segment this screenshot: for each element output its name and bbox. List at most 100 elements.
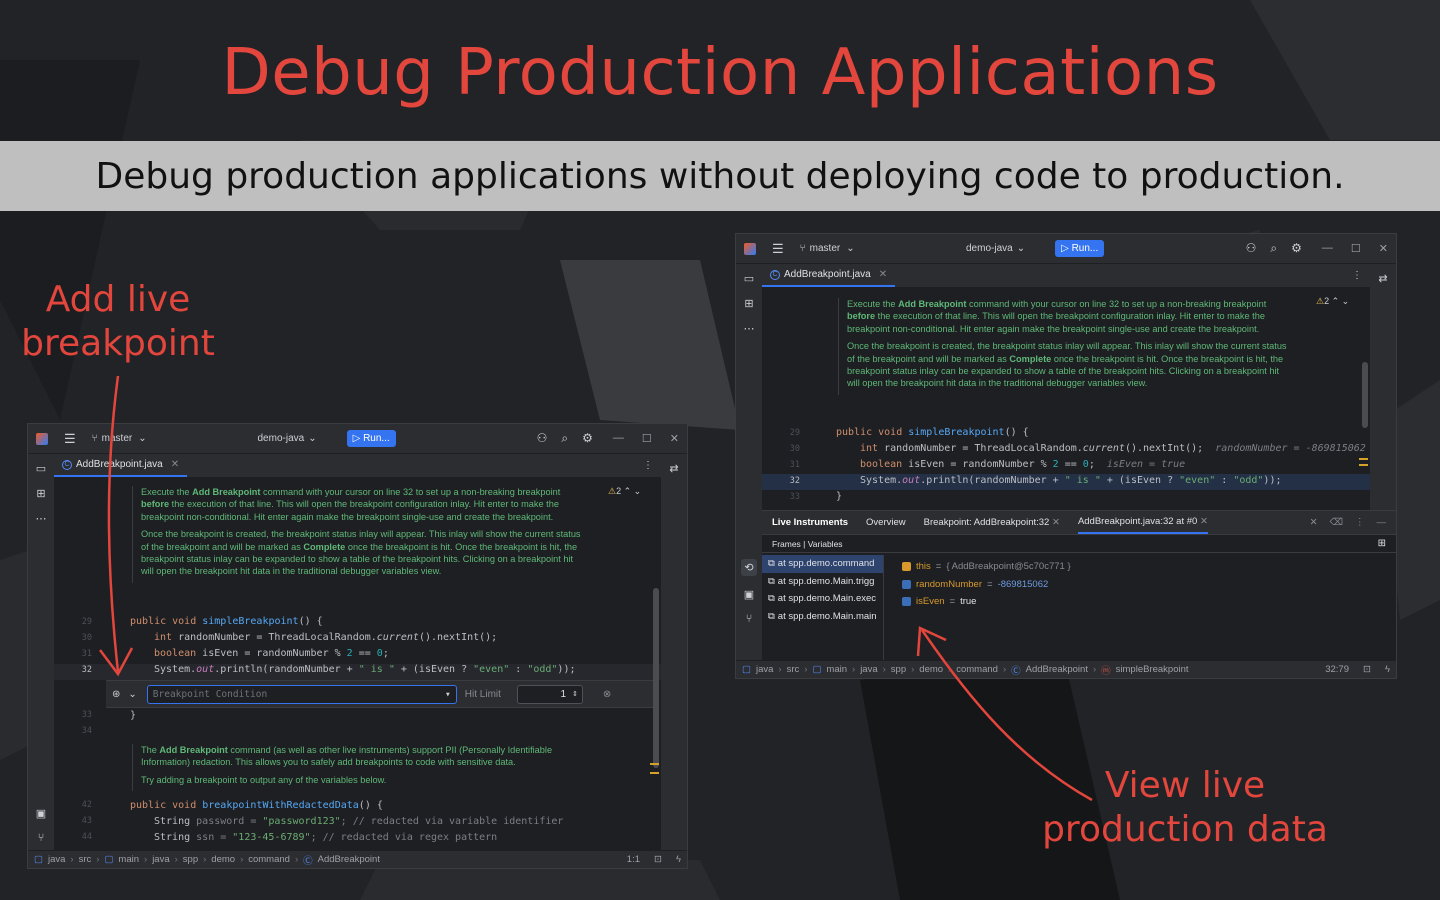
chevron-down-icon[interactable]: ⌄ bbox=[846, 243, 854, 254]
chevron-down-icon[interactable]: ⌄ bbox=[1017, 243, 1025, 254]
run-button[interactable]: ▷ Run... bbox=[1055, 240, 1105, 257]
close-tab-icon[interactable]: ✕ bbox=[171, 459, 179, 470]
more-tabs-icon[interactable]: ⋮ bbox=[643, 460, 653, 471]
frame-item[interactable]: ⧉ at spp.demo.Main.trigg bbox=[762, 573, 883, 591]
breadcrumb-item[interactable]: java bbox=[48, 854, 65, 865]
project-selector[interactable]: demo-java bbox=[258, 433, 305, 444]
dropdown-arrow-icon[interactable]: ▾ bbox=[445, 689, 451, 700]
tab-addbreakpoint-java[interactable]: C AddBreakpoint.java ✕ bbox=[762, 264, 896, 287]
main-menu-icon[interactable]: ☰ bbox=[64, 431, 76, 447]
more-tabs-icon[interactable]: ⋮ bbox=[1352, 270, 1362, 281]
git-icon[interactable]: ⑂ bbox=[746, 613, 753, 625]
lock-icon[interactable]: ⊡ bbox=[1363, 664, 1371, 675]
live-breakpoint-icon[interactable]: ⊛ bbox=[112, 689, 120, 700]
folder-icon[interactable]: ▭ bbox=[36, 462, 46, 475]
cursor-position[interactable]: 1:1 bbox=[627, 854, 640, 865]
cursor-position[interactable]: 32:79 bbox=[1325, 664, 1349, 675]
close-tab-icon[interactable]: ✕ bbox=[1052, 517, 1060, 528]
warnings-badge[interactable]: ⚠2 ⌃ ⌄ bbox=[608, 486, 641, 497]
close-inlay-icon[interactable]: ⊗ bbox=[603, 689, 611, 700]
frame-item[interactable]: ⧉ at spp.demo.command bbox=[762, 555, 883, 573]
variable-row[interactable]: randomNumber = -869815062 bbox=[902, 576, 1071, 594]
delete-icon[interactable]: ⌫ bbox=[1330, 517, 1343, 528]
stepper-arrows-icon[interactable]: ⇕ bbox=[572, 690, 578, 698]
add-user-icon[interactable]: ⚇ bbox=[537, 431, 548, 446]
run-button[interactable]: ▷ Run... bbox=[346, 430, 396, 447]
structure-icon[interactable]: ⊞ bbox=[36, 487, 45, 500]
close-tab-icon[interactable]: ✕ bbox=[879, 269, 887, 280]
variable-row[interactable]: isEven = true bbox=[902, 593, 1071, 611]
tab-breakpoint[interactable]: Breakpoint: AddBreakpoint:32 ✕ bbox=[924, 517, 1060, 528]
folder-icon[interactable]: ▭ bbox=[744, 272, 754, 285]
breadcrumb-item[interactable]: demo bbox=[919, 664, 943, 675]
breadcrumb-item[interactable]: java bbox=[860, 664, 877, 675]
hit-limit-value: 1 bbox=[560, 688, 567, 700]
frame-icon: ⧉ bbox=[768, 610, 775, 622]
breadcrumb-item[interactable]: AddBreakpoint bbox=[318, 854, 380, 865]
tab-breakpoint-hit[interactable]: AddBreakpoint.java:32 at #0 ✕ bbox=[1077, 511, 1208, 534]
add-user-icon[interactable]: ⚇ bbox=[1246, 241, 1257, 256]
frame-item[interactable]: ⧉ at spp.demo.Main.exec bbox=[762, 590, 883, 608]
breadcrumb-item[interactable]: command bbox=[956, 664, 998, 675]
branch-selector[interactable]: master bbox=[810, 243, 841, 254]
chevron-down-icon[interactable]: ⌄ bbox=[138, 433, 146, 444]
more-icon[interactable]: ⋯ bbox=[744, 322, 755, 335]
maximize-icon[interactable]: ☐ bbox=[1351, 242, 1361, 255]
lock-icon[interactable]: ⊡ bbox=[654, 854, 662, 865]
breadcrumb-item[interactable]: src bbox=[787, 664, 800, 675]
chevron-down-icon[interactable]: ⌄ bbox=[308, 433, 316, 444]
module-icon: ▢ bbox=[34, 854, 43, 865]
breadcrumb-item[interactable]: simpleBreakpoint bbox=[1116, 664, 1189, 675]
search-icon[interactable]: ⌕ bbox=[1270, 241, 1277, 256]
callout-line: Add live bbox=[45, 279, 191, 320]
editor-scrollbar[interactable] bbox=[1362, 362, 1368, 428]
breadcrumb-item[interactable]: java bbox=[152, 854, 169, 865]
minimize-icon[interactable]: — bbox=[613, 432, 624, 445]
live-instruments-icon[interactable]: ⇄ bbox=[1378, 272, 1387, 285]
warnings-badge[interactable]: ⚠2 ⌃ ⌄ bbox=[1316, 296, 1349, 307]
project-selector[interactable]: demo-java bbox=[966, 243, 1013, 254]
close-icon[interactable]: ✕ bbox=[1379, 242, 1388, 255]
terminal-icon[interactable]: ▣ bbox=[744, 588, 754, 601]
live-instruments-icon[interactable]: ⇄ bbox=[669, 462, 678, 475]
hit-limit-stepper[interactable]: 1 ⇕ bbox=[516, 684, 583, 704]
structure-icon[interactable]: ⊞ bbox=[744, 297, 753, 310]
breadcrumb-item[interactable]: spp bbox=[891, 664, 906, 675]
frame-item[interactable]: ⧉ at spp.demo.Main.main bbox=[762, 608, 883, 626]
maximize-icon[interactable]: ☐ bbox=[642, 432, 652, 445]
breakpoint-condition-input[interactable]: Breakpoint Condition ▾ bbox=[146, 684, 457, 704]
options-icon[interactable]: ⋮ bbox=[1355, 517, 1365, 528]
breadcrumb-item[interactable]: spp bbox=[183, 854, 198, 865]
search-icon[interactable]: ⌕ bbox=[561, 431, 568, 446]
power-save-icon[interactable]: ϟ bbox=[1385, 664, 1390, 675]
breadcrumb-item[interactable]: AddBreakpoint bbox=[1026, 664, 1088, 675]
git-icon[interactable]: ⑂ bbox=[38, 832, 45, 844]
breadcrumb-item[interactable]: command bbox=[248, 854, 290, 865]
gear-icon[interactable]: ⚙ bbox=[582, 431, 593, 446]
variable-row[interactable]: this = { AddBreakpoint@5c70c771 } bbox=[902, 558, 1071, 576]
editor-scrollbar[interactable] bbox=[653, 588, 659, 768]
live-instruments-icon[interactable]: ⟲ bbox=[741, 559, 757, 576]
code-editor[interactable]: 29 30 31 32 33 34 42 43 44 ⚠2 ⌃ ⌄ Execut… bbox=[54, 478, 661, 850]
breadcrumb-item[interactable]: src bbox=[79, 854, 92, 865]
breadcrumb-item[interactable]: main bbox=[826, 664, 847, 675]
breadcrumb-item[interactable]: java bbox=[756, 664, 773, 675]
code-editor[interactable]: 29 30 31 32 33 ⚠2 ⌃ ⌄ Execute the Add Br… bbox=[762, 288, 1370, 510]
branch-selector[interactable]: master bbox=[102, 433, 133, 444]
tab-overview[interactable]: Overview bbox=[866, 517, 906, 528]
gear-icon[interactable]: ⚙ bbox=[1291, 241, 1302, 256]
layout-icon[interactable]: ⊞ bbox=[1378, 538, 1386, 549]
close-icon[interactable]: ✕ bbox=[670, 432, 679, 445]
terminal-icon[interactable]: ▣ bbox=[36, 807, 46, 820]
more-icon[interactable]: ⋯ bbox=[36, 512, 47, 525]
breadcrumb-item[interactable]: demo bbox=[211, 854, 235, 865]
main-menu-icon[interactable]: ☰ bbox=[772, 241, 784, 257]
close-tab-icon[interactable]: ✕ bbox=[1200, 516, 1208, 527]
power-save-icon[interactable]: ϟ bbox=[676, 854, 681, 865]
clear-icon[interactable]: ✕ bbox=[1310, 517, 1318, 528]
tab-addbreakpoint-java[interactable]: C AddBreakpoint.java ✕ bbox=[54, 454, 188, 477]
chevron-down-icon[interactable]: ⌄ bbox=[128, 689, 136, 700]
breadcrumb-item[interactable]: main bbox=[118, 854, 139, 865]
hide-panel-icon[interactable]: — bbox=[1377, 517, 1387, 528]
minimize-icon[interactable]: — bbox=[1322, 242, 1333, 255]
